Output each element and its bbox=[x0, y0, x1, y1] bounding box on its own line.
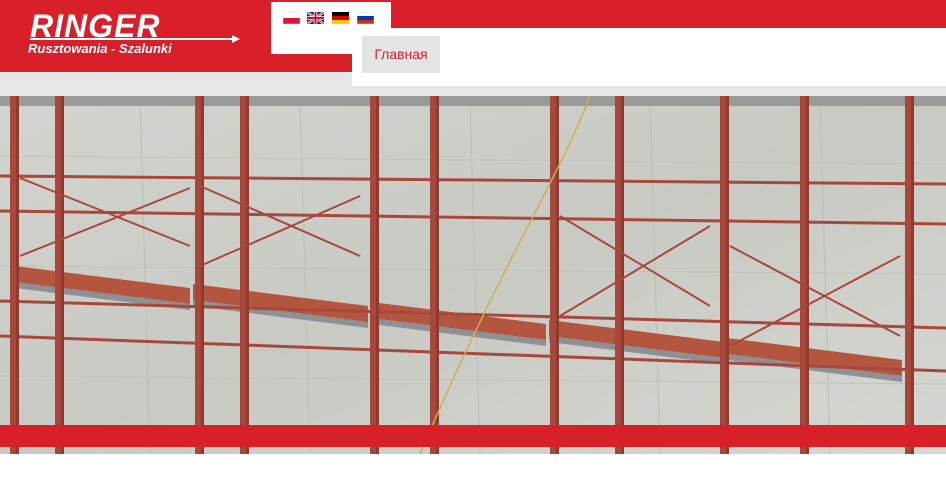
hero-image bbox=[0, 96, 946, 454]
flag-russia-icon[interactable] bbox=[357, 12, 374, 24]
header-divider bbox=[0, 72, 352, 96]
flag-uk-icon[interactable] bbox=[307, 12, 324, 24]
hero-bottom-band bbox=[0, 425, 946, 447]
main-nav: Главная bbox=[352, 28, 946, 86]
flag-germany-icon[interactable] bbox=[332, 12, 349, 24]
flag-poland-icon[interactable] bbox=[283, 12, 300, 24]
nav-divider bbox=[352, 86, 946, 96]
nav-item-home[interactable]: Главная bbox=[362, 36, 440, 73]
logo[interactable]: RINGER Rusztowania - Szalunki bbox=[26, 8, 246, 64]
logo-subtitle: Rusztowania - Szalunki bbox=[28, 41, 172, 56]
